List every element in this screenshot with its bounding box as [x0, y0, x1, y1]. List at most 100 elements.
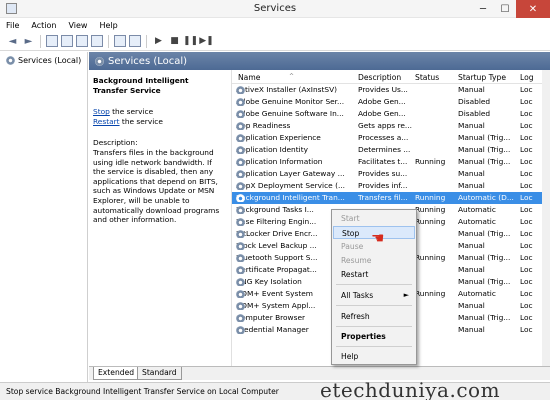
service-name-text: Application Identity [236, 145, 308, 154]
gear-icon [236, 98, 245, 106]
service-description-cell: Provides Us... [358, 85, 408, 94]
service-description-cell: Facilitates t... [358, 157, 408, 166]
table-row[interactable]: Application Experience Processes a... Manu… [232, 132, 550, 144]
context-menu-refresh[interactable]: Refresh [333, 310, 415, 323]
console-tree-icon[interactable] [46, 35, 58, 47]
toolbar-separator [108, 34, 109, 48]
service-startup-cell: Automatic [458, 205, 496, 214]
gear-icon [95, 56, 104, 66]
view-icon[interactable] [129, 35, 141, 47]
minimize-button[interactable]: ─ [472, 0, 494, 18]
gear-icon [236, 230, 245, 238]
service-status-cell: Running [415, 193, 446, 202]
gear-icon [236, 122, 245, 130]
table-row[interactable]: Adobe Genuine Monitor Ser... Adobe Gen...… [232, 96, 550, 108]
help-icon[interactable] [114, 35, 126, 47]
service-startup-cell: Manual (Trig... [458, 277, 511, 286]
service-startup-cell: Manual [458, 241, 485, 250]
column-header-name[interactable]: Name [238, 73, 260, 82]
list-header: ^ Name Description Status Startup Type L… [232, 70, 550, 84]
export-list-icon[interactable] [91, 35, 103, 47]
gear-icon [236, 110, 245, 118]
context-menu-separator [336, 305, 412, 306]
vertical-scrollbar[interactable] [542, 70, 550, 366]
properties-icon[interactable] [61, 35, 73, 47]
service-startup-cell: Manual [458, 325, 485, 334]
service-startup-cell: Manual (Trig... [458, 229, 511, 238]
column-header-status[interactable]: Status [415, 73, 439, 82]
service-name-text: BitLocker Drive Encr... [236, 229, 318, 238]
service-startup-cell: Automatic [458, 289, 496, 298]
context-menu-help[interactable]: Help [333, 350, 415, 363]
restart-service-icon[interactable]: ▶❚ [199, 35, 213, 48]
service-description-cell: Determines ... [358, 145, 411, 154]
table-row[interactable]: Background Intelligent Tran... Transfers … [232, 192, 550, 204]
service-name-text: Application Layer Gateway ... [236, 169, 345, 178]
menu-bar: File Action View Help [0, 18, 550, 32]
service-name-text: Certificate Propagat... [236, 265, 317, 274]
table-row[interactable]: Application Identity Determines ... Manual… [232, 144, 550, 156]
pause-service-icon[interactable]: ❚❚ [183, 35, 198, 48]
service-startup-cell: Manual (Trig... [458, 157, 511, 166]
service-name-text: Application Information [236, 157, 323, 166]
column-header-startup-type[interactable]: Startup Type [458, 73, 506, 82]
context-menu-resume: Resume [341, 256, 372, 265]
stop-service-icon[interactable]: ■ [168, 35, 181, 48]
service-startup-cell: Manual [458, 265, 485, 274]
menu-help[interactable]: Help [93, 21, 123, 30]
tab-standard[interactable]: Standard [137, 367, 182, 380]
stop-service-link[interactable]: Stop [93, 107, 110, 116]
maximize-button[interactable]: ☐ [494, 0, 516, 18]
column-header-log-on-as[interactable]: Log [520, 73, 534, 82]
service-name-text: COM+ System Appl... [236, 301, 316, 310]
service-startup-cell: Disabled [458, 97, 491, 106]
selected-service-name: Background Intelligent Transfer Service [93, 76, 189, 95]
refresh-icon[interactable] [76, 35, 88, 47]
table-row[interactable]: Application Layer Gateway ... Provides su… [232, 168, 550, 180]
table-row[interactable]: Application Information Facilitates t... R… [232, 156, 550, 168]
service-startup-cell: Manual (Trig... [458, 133, 511, 142]
close-button[interactable]: ✕ [516, 0, 550, 18]
service-description-cell: Provides inf... [358, 181, 408, 190]
service-name-cell: AppX Deployment Service (... [236, 181, 352, 190]
restart-service-link[interactable]: Restart [93, 117, 120, 126]
gear-icon [236, 302, 245, 310]
back-arrow-icon[interactable]: ◄ [6, 35, 19, 48]
gear-icon [236, 326, 245, 334]
column-header-description[interactable]: Description [358, 73, 401, 82]
service-startup-cell: Manual (Trig... [458, 253, 511, 262]
context-menu-separator [336, 284, 412, 285]
gear-icon [236, 242, 245, 250]
context-menu-restart[interactable]: Restart [333, 268, 415, 281]
gear-icon [236, 182, 245, 190]
table-row[interactable]: App Readiness Gets apps re... Manual Loc [232, 120, 550, 132]
menu-file[interactable]: File [0, 21, 25, 30]
table-row[interactable]: ActiveX Installer (AxInstSV) Provides Us.… [232, 84, 550, 96]
context-menu-all-tasks[interactable]: All Tasks ► [333, 289, 415, 302]
tab-extended[interactable]: Extended [93, 367, 140, 380]
start-service-icon[interactable]: ▶ [152, 35, 165, 48]
forward-arrow-icon[interactable]: ► [22, 35, 35, 48]
description-text: Transfers files in the background using … [93, 147, 220, 225]
service-startup-cell: Manual [458, 181, 485, 190]
pane-header: Services (Local) [89, 52, 550, 70]
service-startup-cell: Manual (Trig... [458, 145, 511, 154]
service-description-cell: Adobe Gen... [358, 109, 406, 118]
table-row[interactable]: AppX Deployment Service (... Provides inf… [232, 180, 550, 192]
service-startup-cell: Manual [458, 121, 485, 130]
menu-action[interactable]: Action [25, 21, 62, 30]
service-name-text: Bluetooth Support S... [236, 253, 318, 262]
menu-view[interactable]: View [62, 21, 93, 30]
window-title: Services [253, 3, 297, 14]
table-row[interactable]: Adobe Genuine Software In... Adobe Gen...… [232, 108, 550, 120]
gear-icon [236, 206, 245, 214]
service-name-cell: Application Experience [236, 133, 352, 142]
stop-line: Stop the service [93, 107, 225, 117]
service-startup-cell: Automatic (D... [458, 193, 514, 202]
service-startup-cell: Manual [458, 169, 485, 178]
context-menu-properties[interactable]: Properties [333, 330, 415, 343]
gear-icon [236, 290, 245, 298]
service-name-cell: Adobe Genuine Software In... [236, 109, 352, 118]
service-name-cell: App Readiness [236, 121, 352, 130]
tree-item-services-local[interactable]: Services (Local) [6, 56, 81, 65]
